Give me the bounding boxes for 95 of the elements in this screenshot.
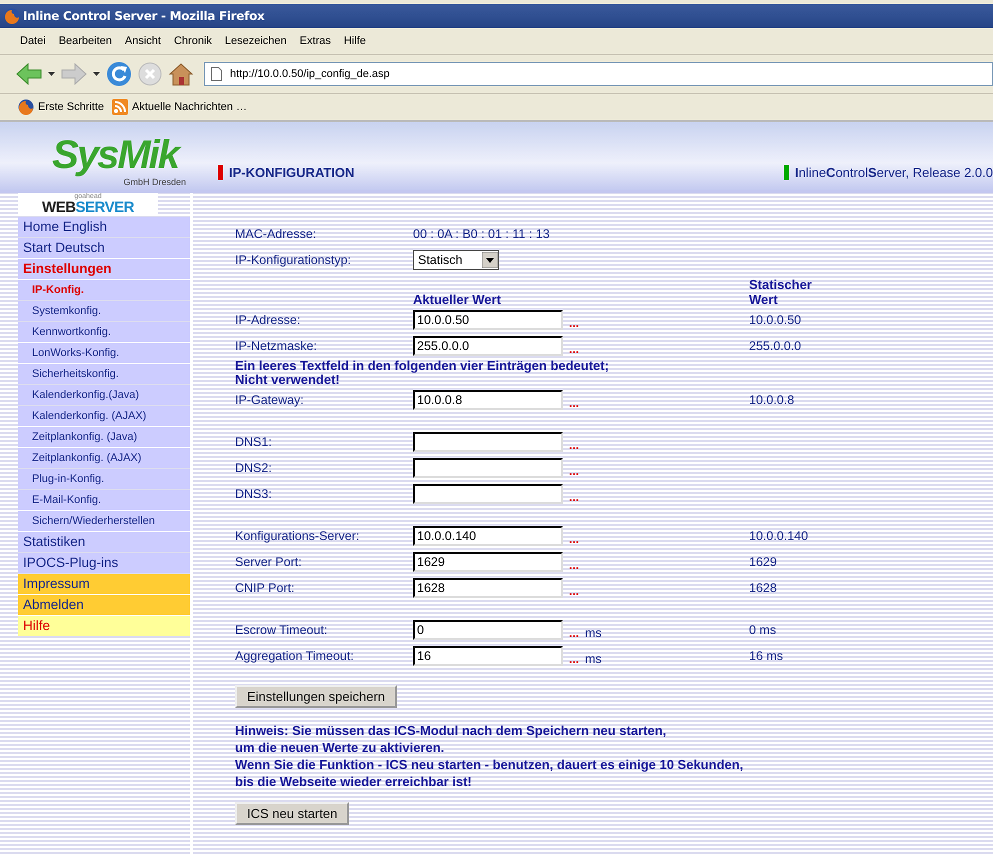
ellipsis-link[interactable]: ... [569, 532, 580, 546]
ellipsis-link[interactable]: ... [569, 652, 580, 666]
globe-fox-icon [18, 99, 34, 115]
ellipsis-link[interactable]: ... [569, 490, 580, 504]
sidebar-item[interactable]: Zeitplankonfig. (AJAX) [18, 448, 190, 468]
menu-item[interactable]: Bearbeiten [58, 35, 112, 47]
back-arrow-icon[interactable] [16, 63, 42, 85]
sidebar-item[interactable]: Plug-in-Konfig. [18, 469, 190, 489]
sidebar-item[interactable]: E-Mail-Konfig. [18, 490, 190, 510]
menu-item[interactable]: Datei [20, 35, 46, 47]
input-field[interactable]: 10.0.0.140 [413, 526, 563, 546]
company-logo: SysMik GmbH Dresden [51, 133, 186, 189]
menu-item[interactable]: Extras [300, 35, 331, 47]
input-field[interactable]: 16 [413, 646, 563, 666]
column-header: Statischer Wert [749, 277, 813, 307]
menu-item[interactable]: Chronik [174, 35, 212, 47]
sidebar-item[interactable]: LonWorks-Konfig. [18, 343, 190, 363]
field-label: Server Port: [235, 555, 303, 569]
static-value: 255.0.0.0 [749, 339, 802, 353]
caret-icon[interactable] [93, 72, 100, 76]
field-label: MAC-Adresse: [235, 227, 318, 241]
static-value: 10.0.0.50 [749, 313, 802, 327]
static-value: 16 ms [749, 649, 784, 663]
sidebar-item[interactable]: Sichern/Wiederherstellen [18, 511, 190, 531]
type-select[interactable]: Statisch [413, 250, 499, 270]
field-label: IP-Gateway: [235, 393, 305, 407]
sidebar-item[interactable]: Start Deutsch [18, 238, 190, 258]
sidebar-item[interactable]: Statistiken [18, 532, 190, 552]
bookmark-link[interactable]: Aktuelle Nachrichten … [112, 99, 247, 115]
save-button[interactable]: Einstellungen speichern [235, 685, 398, 708]
static-value: 10.0.0.140 [749, 529, 810, 543]
sidebar-item[interactable]: Kalenderkonfig.(Java) [18, 385, 190, 405]
unit-text: ms [585, 652, 602, 666]
bookmark-link[interactable]: Erste Schritte [18, 99, 104, 115]
menu-item[interactable]: Ansicht [124, 35, 161, 47]
field-label: Konfigurations-Server: [235, 529, 360, 543]
page-icon [211, 67, 222, 81]
input-field[interactable]: 0 [413, 620, 563, 640]
feed-icon [112, 99, 128, 115]
input-field[interactable]: 255.0.0.0 [413, 336, 563, 356]
static-value: 10.0.0.8 [749, 393, 796, 407]
home-icon[interactable] [168, 62, 194, 86]
sidebar-item[interactable]: Kennwortkonfig. [18, 322, 190, 342]
field-value: 00 : 0A : B0 : 01 : 11 : 13 [413, 227, 551, 241]
hint-text: Hinweis: Sie müssen das ICS-Modul nach dem Speichern neu starten, um die neuen Werte zu aktivieren. Wenn Sie die Funktion - ICS neu starten - benutzen, dauert es einige 10 Sekunden, bis die Webseite wieder erreichbar ist! [235, 722, 744, 790]
input-field[interactable] [413, 458, 563, 478]
ellipsis-link[interactable]: ... [569, 316, 580, 330]
input-field[interactable]: 1628 [413, 578, 563, 598]
globe-fox-icon [4, 8, 20, 24]
sidebar-item[interactable]: Home English [18, 217, 190, 237]
notice-text: Ein leeres Textfeld in den folgenden vier Einträgen bedeutet; Nicht verwendet! [235, 359, 610, 387]
field-label: Escrow Timeout: [235, 623, 328, 637]
reload-icon[interactable] [106, 61, 132, 87]
ellipsis-link[interactable]: ... [569, 626, 580, 640]
field-label: IP-Adresse: [235, 313, 302, 327]
static-value: 1628 [749, 581, 778, 595]
sidebar-item[interactable]: Kalenderkonfig. (AJAX) [18, 406, 190, 426]
input-field[interactable]: 1629 [413, 552, 563, 572]
field-label: DNS3: [235, 487, 273, 501]
ellipsis-link[interactable]: ... [569, 464, 580, 478]
ellipsis-link[interactable]: ... [569, 558, 580, 572]
unit-text: ms [585, 626, 602, 640]
static-value: 0 ms [749, 623, 778, 637]
menu-item[interactable]: Hilfe [344, 35, 366, 47]
field-label: DNS1: [235, 435, 273, 449]
field-label: DNS2: [235, 461, 273, 475]
sidebar-item[interactable]: Impressum [18, 574, 190, 594]
caret-icon[interactable] [48, 72, 55, 76]
page-title: IP-KONFIGURATION [218, 165, 354, 180]
static-value: 1629 [749, 555, 778, 569]
restart-button[interactable]: ICS neu starten [235, 802, 350, 825]
dropdown-arrow-icon[interactable] [482, 252, 498, 268]
input-field[interactable] [413, 484, 563, 504]
release-text: InlineControlServer, Release 2.0.0 [784, 165, 993, 180]
menu-item[interactable]: Lesezeichen [224, 35, 287, 47]
sidebar-item[interactable]: Hilfe [18, 616, 190, 636]
ellipsis-link[interactable]: ... [569, 342, 580, 356]
ellipsis-link[interactable]: ... [569, 438, 580, 452]
input-field[interactable]: 10.0.0.8 [413, 390, 563, 410]
sidebar-item[interactable]: Abmelden [18, 595, 190, 615]
column-header: Aktueller Wert [413, 292, 502, 307]
field-label: Aggregation Timeout: [235, 649, 355, 663]
sidebar-item[interactable]: Sicherheitskonfig. [18, 364, 190, 384]
window-title: Inline Control Server - Mozilla Firefox [23, 9, 264, 23]
sidebar-item[interactable]: Zeitplankonfig. (Java) [18, 427, 190, 447]
input-field[interactable]: 10.0.0.50 [413, 310, 563, 330]
field-label: CNIP Port: [235, 581, 296, 595]
ellipsis-link[interactable]: ... [569, 396, 580, 410]
sidebar-item[interactable]: IPOCS-Plug-ins [18, 553, 190, 573]
ellipsis-link[interactable]: ... [569, 584, 580, 598]
address-bar[interactable]: http://10.0.0.50/ip_config_de.asp [204, 62, 993, 86]
field-label: IP-Netzmaske: [235, 339, 318, 353]
field-label: IP-Konfigurationstyp: [235, 253, 352, 267]
sidebar-item[interactable]: Systemkonfig. [18, 301, 190, 321]
input-field[interactable] [413, 432, 563, 452]
